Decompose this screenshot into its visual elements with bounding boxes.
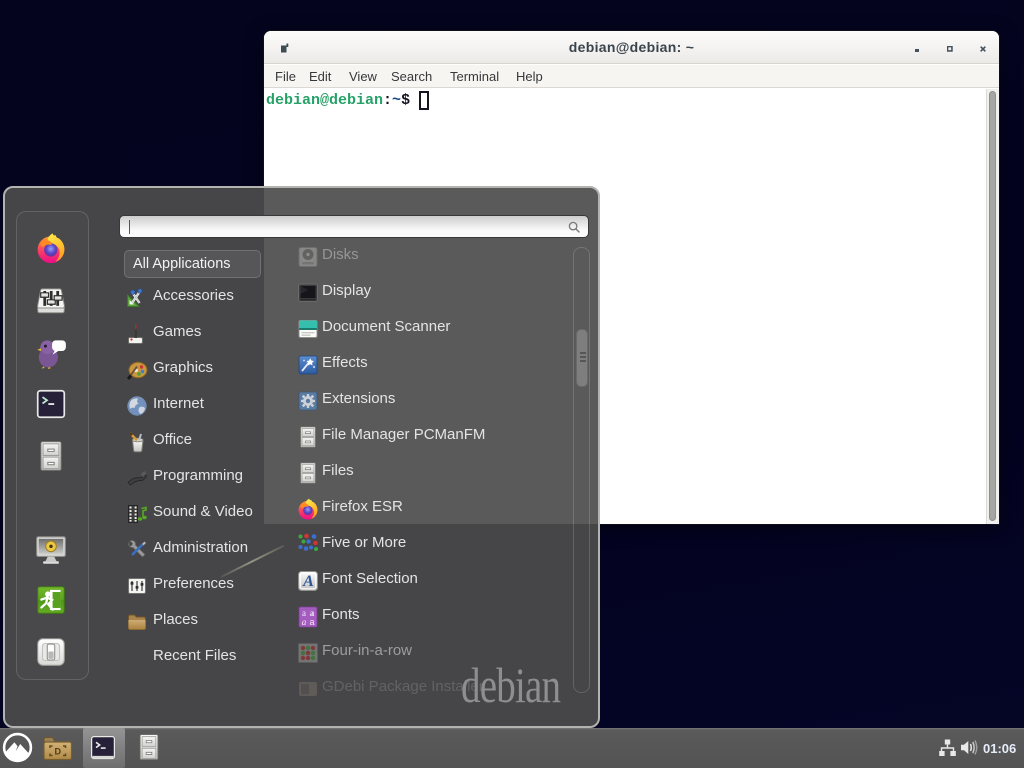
svg-text:A: A xyxy=(302,573,314,590)
svg-text:a: a xyxy=(302,617,307,627)
svg-text:D: D xyxy=(55,746,62,756)
svg-text:a: a xyxy=(309,617,314,627)
